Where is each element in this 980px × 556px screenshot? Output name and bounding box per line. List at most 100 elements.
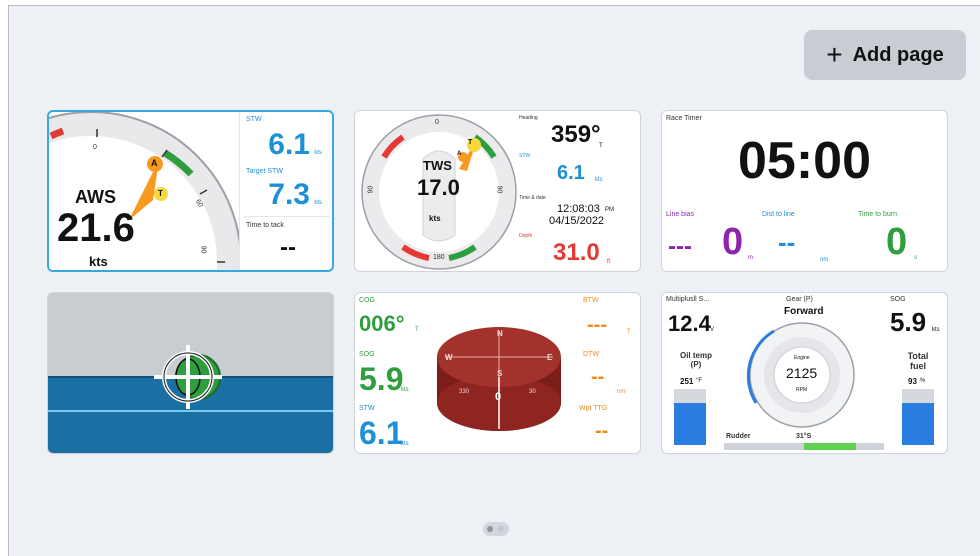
nav-side-panel: Heading 359° T STW 6.1 kts Time & date 1… <box>519 111 640 271</box>
rudder-value: 31°S <box>796 433 812 440</box>
cog-unit: T <box>415 327 419 333</box>
oil-temp-unit: °F <box>696 378 703 384</box>
oil-temp-label: Oil temp (P) <box>679 351 712 369</box>
rudder-label: Rudder <box>726 433 751 440</box>
heading-label: Heading <box>519 115 538 121</box>
depth-unit: ft <box>607 259 611 265</box>
page-indicator[interactable] <box>483 522 509 536</box>
time-to-burn-label: Time to burn <box>858 211 898 218</box>
page-tile-engine[interactable]: Multiplusll S... 12.4 V Oil temp (P) 251… <box>661 292 948 454</box>
stw-unit: kts <box>401 441 409 447</box>
rose-w: W <box>445 353 453 362</box>
sog-label: SOG <box>890 296 906 303</box>
pointer-a-label: A <box>151 158 158 168</box>
rpm-unit: RPM <box>796 387 808 393</box>
wind-side-panel: STW 6.1 kts Target STW 7.3 kts Time to t… <box>239 112 332 270</box>
time-date-label: Time & date <box>519 195 546 201</box>
time-to-tack-label: Time to tack <box>246 222 284 229</box>
stw-label: STW <box>246 116 262 123</box>
pointer-a-label: A <box>457 151 462 157</box>
battery-title: Multiplusll S... <box>666 296 710 303</box>
btw-unit: T <box>627 329 631 335</box>
btw-label: BTW <box>583 297 599 304</box>
page-tile-navigation[interactable]: 0 180 90 90 T A TWS 17.0 kts Heading 359… <box>354 110 641 272</box>
heading-value: 359° <box>551 121 601 148</box>
fuel-value: 93 <box>908 377 917 386</box>
time-to-tack-value: -- <box>280 234 296 261</box>
gear-value: Forward <box>784 306 824 317</box>
tws-label: TWS <box>423 158 452 173</box>
aws-value: 21.6 <box>57 206 135 250</box>
race-timer-title: Race Timer <box>666 115 702 122</box>
page-tile-attitude[interactable] <box>47 292 334 454</box>
sog-value: 5.9 <box>359 361 404 397</box>
dtw-unit: nm <box>617 389 626 395</box>
race-timer-value: 05:00 <box>738 132 871 190</box>
rudder-bar <box>724 443 884 450</box>
rpm-value: 2125 <box>786 365 818 381</box>
fuel-label: Total fuel <box>907 351 929 371</box>
aws-label: AWS <box>75 187 117 207</box>
dial-tick-90: 90 <box>199 245 207 254</box>
stw-value: 6.1 <box>359 415 404 451</box>
time-to-burn-value: 0 <box>886 221 908 263</box>
sog-label: SOG <box>359 351 375 358</box>
rose-0: 0 <box>495 391 502 403</box>
date-value: 04/15/2022 <box>549 215 605 227</box>
aws-unit: kts <box>89 254 108 269</box>
dist-to-line-value: -- <box>778 227 796 257</box>
fuel-bar <box>902 389 934 445</box>
engine-label: Engine <box>794 355 810 361</box>
battery-voltage: 12.4 <box>668 311 711 336</box>
dtw-value: -- <box>591 366 605 388</box>
cog-value: 006° <box>359 311 405 336</box>
stw-value: 6.1 <box>268 128 310 161</box>
dial-tick-180: 180 <box>433 254 445 261</box>
plus-icon: + <box>826 39 843 70</box>
stw-unit: kts <box>595 177 603 183</box>
line-bias-dash: --- <box>668 233 692 260</box>
add-page-label: Add page <box>852 43 944 66</box>
depth-label: Depth <box>519 233 533 239</box>
stw-value: 6.1 <box>557 162 585 184</box>
rose-s: S <box>497 369 503 378</box>
attitude-indicator <box>48 293 333 453</box>
dial-tick-0: 0 <box>435 119 439 126</box>
time-to-burn-unit: s <box>914 255 917 261</box>
line-bias-label: Line bias <box>666 211 695 218</box>
target-stw-value: 7.3 <box>268 178 310 211</box>
time-ampm: PM <box>605 207 614 213</box>
page-dot-2 <box>498 526 504 532</box>
page-tile-compass[interactable]: COG 006° T SOG 5.9 kts STW 6.1 kts N E S… <box>354 292 641 454</box>
stw-label: STW <box>359 405 375 412</box>
wpt-ttg-value: -- <box>595 420 609 442</box>
gear-label: Gear (P) <box>786 296 813 303</box>
dtw-label: DTW <box>583 351 599 358</box>
rose-30: 30 <box>529 389 536 395</box>
oil-temp-value: 251 <box>680 377 694 386</box>
fuel-unit: % <box>920 378 926 384</box>
pointer-t-label: T <box>468 139 473 146</box>
page-tile-wind[interactable]: 0 60 90 A T AWS 21.6 kts STW 6.1 kts Tar… <box>47 110 334 272</box>
sog-unit: kts <box>932 327 940 333</box>
pointer-t-label: T <box>158 189 163 198</box>
heading-unit: T <box>599 143 603 149</box>
rose-n: N <box>497 329 503 338</box>
wpt-ttg-label: Wpt TTG <box>579 405 608 412</box>
dial-tick-0: 0 <box>93 144 97 151</box>
target-stw-label: Target STW <box>246 168 283 175</box>
dist-to-line-label: Dist to line <box>762 211 795 218</box>
page-tile-race-timer[interactable]: Race Timer 05:00 Line bias --- 0 m Dist … <box>661 110 948 272</box>
dial-tick-90-port: 90 <box>367 185 375 194</box>
stw-unit: kts <box>314 150 322 156</box>
sog-unit: kts <box>401 387 409 393</box>
dashboard-screen: + Add page 0 60 90 A T AWS 21.6 kts STW … <box>8 5 980 556</box>
time-value: 12:08:03 <box>557 203 600 215</box>
line-bias-unit: m <box>748 255 753 261</box>
page-dot-1 <box>487 526 493 532</box>
sog-value: 5.9 <box>890 307 927 337</box>
tws-value: 17.0 <box>417 175 460 200</box>
target-stw-unit: kts <box>314 200 322 206</box>
rose-e: E <box>547 353 553 362</box>
add-page-button[interactable]: + Add page <box>804 30 966 80</box>
